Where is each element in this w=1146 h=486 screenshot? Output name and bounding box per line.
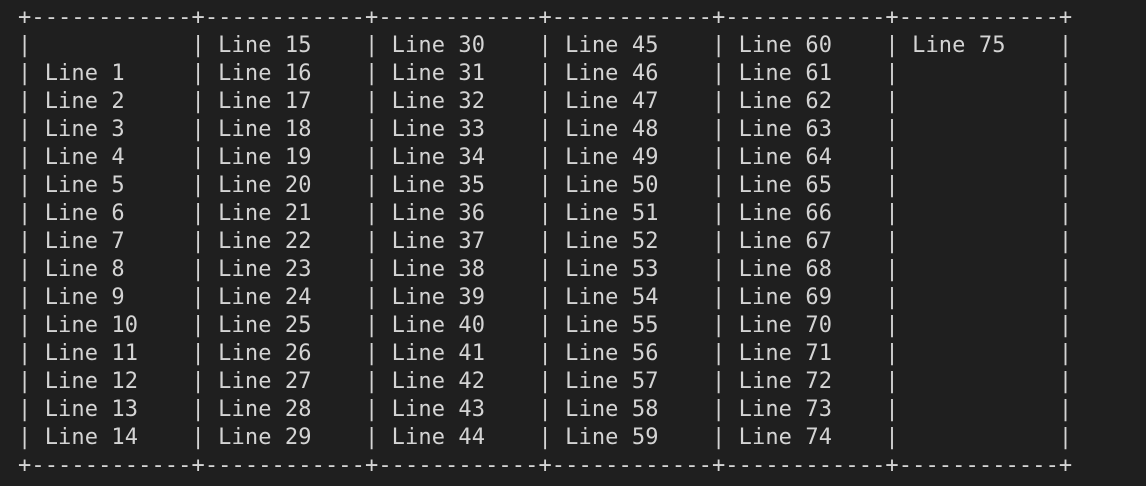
table-row: | Line 6 | Line 21 | Line 36 | Line 51 |… (18, 201, 1073, 226)
table-border-bottom: +------------+------------+------------+… (18, 453, 1073, 478)
table-border-top: +------------+------------+------------+… (18, 5, 1073, 30)
table-row: | | Line 15 | Line 30 | Line 45 | Line 6… (18, 33, 1073, 58)
table-row: | Line 9 | Line 24 | Line 39 | Line 54 |… (18, 285, 1073, 310)
table-row: | Line 12 | Line 27 | Line 42 | Line 57 … (18, 369, 1073, 394)
table-row: | Line 11 | Line 26 | Line 41 | Line 56 … (18, 341, 1073, 366)
table-row: | Line 13 | Line 28 | Line 43 | Line 58 … (18, 397, 1073, 422)
table-row: | Line 10 | Line 25 | Line 40 | Line 55 … (18, 313, 1073, 338)
table-row: | Line 1 | Line 16 | Line 31 | Line 46 |… (18, 61, 1073, 86)
table-row: | Line 8 | Line 23 | Line 38 | Line 53 |… (18, 257, 1073, 282)
table-row: | Line 14 | Line 29 | Line 44 | Line 59 … (18, 425, 1073, 450)
terminal-output[interactable]: +------------+------------+------------+… (18, 4, 1128, 480)
table-row: | Line 7 | Line 22 | Line 37 | Line 52 |… (18, 229, 1073, 254)
table-row: | Line 5 | Line 20 | Line 35 | Line 50 |… (18, 173, 1073, 198)
table-row: | Line 4 | Line 19 | Line 34 | Line 49 |… (18, 145, 1073, 170)
table-row: | Line 2 | Line 17 | Line 32 | Line 47 |… (18, 89, 1073, 114)
table-row: | Line 3 | Line 18 | Line 33 | Line 48 |… (18, 117, 1073, 142)
